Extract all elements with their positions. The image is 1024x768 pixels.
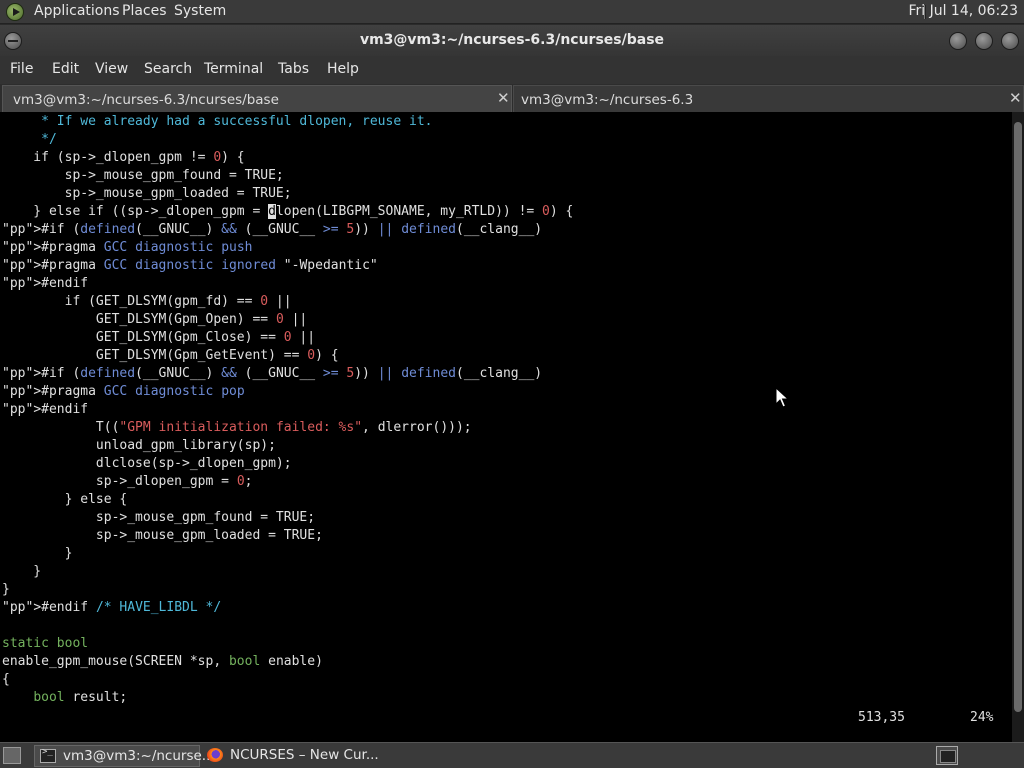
tab-label: vm3@vm3:~/ncurses-6.3/ncurses/base bbox=[13, 92, 279, 108]
menu-tabs[interactable]: Tabs bbox=[278, 61, 309, 77]
menu-file[interactable]: File bbox=[10, 61, 33, 77]
panel-clock[interactable]: Fri Jul 14, 06:23 bbox=[908, 3, 1018, 19]
code-line: sp->_mouse_gpm_loaded = TRUE; bbox=[2, 528, 323, 543]
code-line: "pp">#endif bbox=[2, 402, 89, 417]
menubar: File Edit View Search Terminal Tabs Help bbox=[0, 56, 1024, 84]
code-line: } else { bbox=[2, 492, 128, 507]
code-line: } bbox=[2, 582, 10, 597]
tab-bar: vm3@vm3:~/ncurses-6.3/ncurses/base ✕ vm3… bbox=[0, 84, 1024, 112]
terminal-view[interactable]: * If we already had a successful dlopen,… bbox=[0, 112, 1012, 742]
code-line: GET_DLSYM(Gpm_GetEvent) == 0) { bbox=[2, 348, 339, 363]
code-line: GET_DLSYM(Gpm_Open) == 0 || bbox=[2, 312, 308, 327]
code-line: "pp">#if (defined(__GNUC__) && (__GNUC__… bbox=[2, 222, 543, 237]
menu-view[interactable]: View bbox=[95, 61, 128, 77]
code-line: enable_gpm_mouse(SCREEN *sp, bool enable… bbox=[2, 654, 323, 669]
scrollbar-thumb[interactable] bbox=[1014, 122, 1022, 712]
terminal-scrollbar[interactable] bbox=[1012, 112, 1024, 742]
code-line: sp->_mouse_gpm_found = TRUE; bbox=[2, 510, 316, 525]
code-line: dlclose(sp->_dlopen_gpm); bbox=[2, 456, 292, 471]
places-menu[interactable]: Places bbox=[122, 3, 167, 19]
code-line: bool result; bbox=[33, 690, 128, 705]
code-line: { bbox=[2, 672, 10, 687]
code-buffer: * If we already had a successful dlopen,… bbox=[2, 113, 573, 707]
code-line: */ bbox=[2, 132, 57, 147]
menu-search[interactable]: Search bbox=[144, 61, 192, 77]
tab-label: vm3@vm3:~/ncurses-6.3 bbox=[521, 92, 694, 108]
code-line: * If we already had a successful dlopen,… bbox=[2, 114, 433, 129]
code-line: sp->_mouse_gpm_found = TRUE; bbox=[2, 168, 284, 183]
code-line: if (GET_DLSYM(gpm_fd) == 0 || bbox=[2, 294, 292, 309]
menu-terminal[interactable]: Terminal bbox=[204, 61, 263, 77]
close-tab-icon[interactable]: ✕ bbox=[1009, 89, 1022, 107]
applications-menu[interactable]: Applications bbox=[34, 3, 120, 19]
code-line: "pp">#if (defined(__GNUC__) && (__GNUC__… bbox=[2, 366, 543, 381]
scroll-percent: 24% bbox=[970, 710, 994, 725]
tab-ncurses-root[interactable]: vm3@vm3:~/ncurses-6.3 ✕ bbox=[513, 85, 1024, 112]
firefox-icon bbox=[207, 748, 223, 762]
window-titlebar[interactable]: vm3@vm3:~/ncurses-6.3/ncurses/base bbox=[0, 25, 1024, 56]
code-line: unload_gpm_library(sp); bbox=[2, 438, 276, 453]
code-line: T(("GPM initialization failed: %s", dler… bbox=[2, 420, 472, 435]
taskbar-item-firefox[interactable]: NCURSES – New Cur... bbox=[202, 745, 382, 767]
maximize-button[interactable] bbox=[975, 32, 993, 50]
terminal-icon bbox=[40, 747, 56, 763]
code-line: "pp">#endif /* HAVE_LIBDL */ bbox=[2, 600, 222, 615]
cursor-position: 513,35 bbox=[858, 710, 905, 725]
close-window-button[interactable] bbox=[1001, 32, 1019, 50]
code-line: } bbox=[2, 546, 73, 561]
show-desktop-icon[interactable] bbox=[3, 747, 21, 764]
minimize-button[interactable] bbox=[949, 32, 967, 50]
menu-help[interactable]: Help bbox=[327, 61, 359, 77]
code-line: } else if ((sp->_dlopen_gpm = dlopen(LIB… bbox=[2, 204, 574, 219]
gnome-foot-icon[interactable] bbox=[6, 3, 24, 21]
taskbar-item-label: NCURSES – New Cur... bbox=[230, 747, 379, 763]
code-line: GET_DLSYM(Gpm_Close) == 0 || bbox=[2, 330, 316, 345]
top-panel: Applications Places System Fri Jul 14, 0… bbox=[0, 0, 1024, 24]
taskbar-item-label: vm3@vm3:~/ncurse... bbox=[63, 748, 215, 764]
taskbar: vm3@vm3:~/ncurse... NCURSES – New Cur... bbox=[0, 742, 1024, 768]
code-line: sp->_dlopen_gpm = 0; bbox=[2, 474, 253, 489]
system-menu[interactable]: System bbox=[174, 3, 226, 19]
code-line: sp->_mouse_gpm_loaded = TRUE; bbox=[2, 186, 292, 201]
workspace-switcher-icon[interactable] bbox=[936, 746, 958, 765]
window-title: vm3@vm3:~/ncurses-6.3/ncurses/base bbox=[359, 32, 665, 48]
code-line: "pp">#endif bbox=[2, 276, 89, 291]
close-tab-icon[interactable]: ✕ bbox=[497, 89, 510, 107]
menu-edit[interactable]: Edit bbox=[52, 61, 79, 77]
code-line: "pp">#pragma GCC diagnostic ignored "-Wp… bbox=[2, 258, 378, 273]
code-line: if (sp->_dlopen_gpm != 0) { bbox=[2, 150, 245, 165]
code-line: "pp">#pragma GCC diagnostic push bbox=[2, 240, 253, 255]
tab-ncurses-base[interactable]: vm3@vm3:~/ncurses-6.3/ncurses/base ✕ bbox=[2, 85, 512, 112]
code-line: "pp">#pragma GCC diagnostic pop bbox=[2, 384, 245, 399]
taskbar-item-terminal[interactable]: vm3@vm3:~/ncurse... bbox=[34, 745, 215, 767]
code-line: } bbox=[2, 564, 42, 579]
code-line: static bool bbox=[2, 636, 89, 651]
